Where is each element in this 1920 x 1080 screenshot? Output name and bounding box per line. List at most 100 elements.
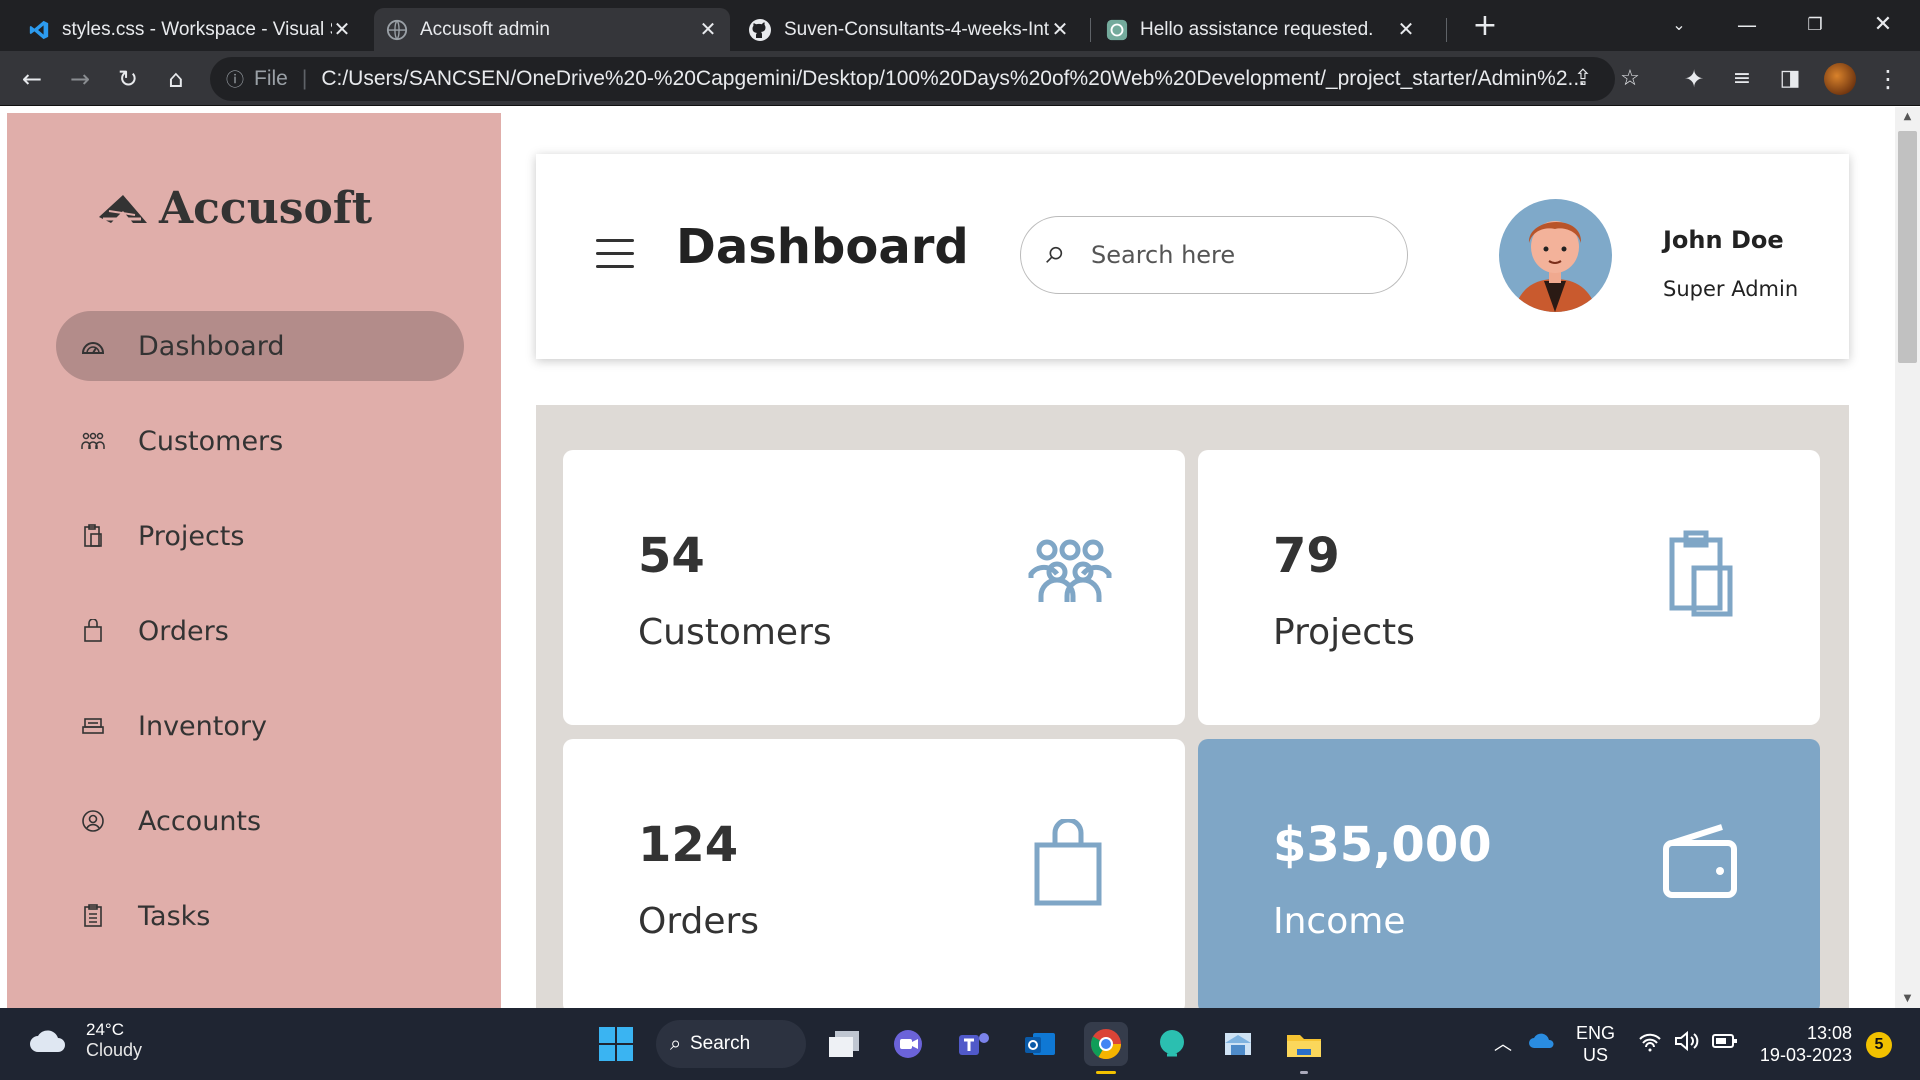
divider: | — [301, 67, 308, 90]
file-manager-icon[interactable] — [1216, 1022, 1260, 1066]
home-button[interactable]: ⌂ — [158, 61, 194, 97]
info-icon[interactable]: ⓘ — [226, 66, 244, 92]
tab-title: Accusoft admin — [420, 18, 550, 40]
clipboard-icon — [1669, 530, 1733, 617]
weather-widget[interactable]: 24°C Cloudy — [28, 1020, 142, 1061]
stat-label: Customers — [638, 612, 832, 653]
scroll-down-arrow[interactable]: ▼ — [1895, 993, 1920, 1004]
onedrive-cloud-icon[interactable] — [1528, 1032, 1556, 1055]
browser-toolbar: ← → ↻ ⌂ ⓘ File | C:/Users/SANCSEN/OneDri… — [0, 51, 1920, 106]
bag-icon — [78, 616, 108, 646]
address-bar[interactable]: ⓘ File | C:/Users/SANCSEN/OneDrive%20-%2… — [210, 57, 1640, 101]
user-avatar[interactable] — [1499, 199, 1612, 312]
active-app-indicator — [1096, 1071, 1116, 1074]
tab-separator — [1446, 18, 1447, 42]
chatgpt-icon — [1106, 19, 1128, 40]
tab-search-button[interactable]: ⌄ — [1654, 8, 1704, 42]
weather-temperature: 24°C — [86, 1020, 124, 1039]
sidebar-item-orders[interactable]: Orders — [56, 596, 464, 666]
scheme-label: File — [254, 67, 288, 90]
sidebar-item-customers[interactable]: Customers — [56, 406, 464, 476]
clipboard-icon — [78, 521, 108, 551]
sidebar-item-dashboard[interactable]: Dashboard — [56, 311, 464, 381]
volume-icon[interactable] — [1674, 1030, 1700, 1057]
teams-icon[interactable] — [952, 1022, 996, 1066]
dashboard-icon — [78, 331, 108, 361]
back-button[interactable]: ← — [14, 61, 50, 97]
page-title: Dashboard — [676, 219, 969, 275]
minimize-button[interactable]: — — [1722, 8, 1772, 42]
browser-tab-vscode[interactable]: styles.css - Workspace - Visual Studio C… — [16, 8, 364, 51]
extensions-puzzle-icon[interactable]: ✦ — [1676, 61, 1712, 97]
task-view-icon[interactable] — [822, 1022, 866, 1066]
search-icon: ⌕ — [670, 1032, 682, 1055]
tasks-icon — [78, 901, 108, 931]
stat-card-projects[interactable]: 79 Projects — [1198, 450, 1820, 725]
github-icon — [749, 18, 771, 41]
people-icon — [1028, 539, 1112, 602]
close-icon[interactable]: ✕ — [698, 17, 718, 42]
stat-label: Income — [1273, 901, 1406, 942]
open-app-indicator — [1300, 1071, 1308, 1074]
sidebar-item-label: Customers — [138, 425, 284, 457]
share-icon[interactable]: ⇪ — [1568, 63, 1598, 93]
scroll-up-arrow[interactable]: ▲ — [1895, 111, 1920, 122]
stat-card-orders[interactable]: 124 Orders — [563, 739, 1185, 1008]
cloud-icon — [30, 1029, 65, 1052]
sidebar-item-projects[interactable]: Projects — [56, 501, 464, 571]
globe-icon — [386, 19, 408, 40]
browser-tab-github[interactable]: Suven-Consultants-4-weeks-Internship ✕ — [736, 8, 1082, 51]
stat-label: Projects — [1273, 612, 1415, 653]
reading-list-icon[interactable]: ≡ — [1724, 61, 1760, 97]
close-icon[interactable]: ✕ — [1396, 17, 1416, 42]
chrome-icon[interactable] — [1084, 1022, 1128, 1074]
bookmark-star-icon[interactable]: ☆ — [1615, 63, 1645, 93]
inventory-icon — [78, 711, 108, 741]
sidebar-item-label: Tasks — [138, 900, 211, 932]
kebab-menu-icon[interactable]: ⋮ — [1870, 61, 1906, 97]
windows-start-icon[interactable] — [598, 1026, 634, 1062]
close-icon[interactable]: ✕ — [332, 17, 352, 42]
language-indicator[interactable]: ENG US — [1576, 1022, 1615, 1066]
edge-app-icon[interactable] — [1150, 1022, 1194, 1066]
clock[interactable]: 13:08 19-03-2023 — [1752, 1022, 1852, 1066]
tab-title: Hello assistance requested. — [1140, 18, 1374, 40]
outlook-icon[interactable] — [1018, 1022, 1062, 1066]
stat-card-income[interactable]: $35,000 Income — [1198, 739, 1820, 1008]
sidebar-item-accounts[interactable]: Accounts — [56, 786, 464, 856]
new-tab-button[interactable]: + — [1468, 10, 1502, 44]
sidebar-item-tasks[interactable]: Tasks — [56, 881, 464, 951]
restore-button[interactable]: ❐ — [1790, 8, 1840, 42]
account-circle-icon — [78, 806, 108, 836]
forward-button[interactable]: → — [62, 61, 98, 97]
browser-tab-accusoft[interactable]: Accusoft admin ✕ — [374, 8, 730, 51]
tray-overflow-chevron-icon[interactable]: ︿ — [1494, 1030, 1512, 1056]
clock-time: 13:08 — [1806, 1023, 1852, 1043]
close-icon[interactable]: ✕ — [1050, 17, 1070, 42]
profile-avatar[interactable] — [1824, 63, 1856, 95]
search-input[interactable] — [1091, 241, 1391, 269]
page-scrollbar[interactable]: ▲ ▼ — [1895, 107, 1920, 1008]
url-text[interactable]: C:/Users/SANCSEN/OneDrive%20-%20Capgemin… — [321, 67, 1591, 91]
scrollbar-thumb[interactable] — [1898, 131, 1917, 363]
reload-button[interactable]: ↻ — [110, 61, 146, 97]
taskbar-search-button[interactable]: ⌕ Search — [656, 1020, 806, 1068]
language-top: ENG — [1576, 1023, 1616, 1043]
hamburger-menu-button[interactable] — [596, 239, 634, 269]
battery-icon[interactable] — [1712, 1032, 1738, 1055]
wifi-icon[interactable] — [1638, 1032, 1662, 1057]
browser-tab-chat[interactable]: Hello assistance requested. ✕ — [1094, 8, 1428, 51]
sidebar-item-label: Orders — [138, 615, 229, 647]
brand[interactable]: Accusoft — [95, 183, 372, 234]
close-window-button[interactable]: ✕ — [1858, 8, 1908, 42]
bag-icon — [1034, 819, 1102, 906]
stat-card-customers[interactable]: 54 Customers — [563, 450, 1185, 725]
sidebar-item-inventory[interactable]: Inventory — [56, 691, 464, 761]
chat-app-icon[interactable] — [886, 1022, 930, 1066]
notification-badge[interactable]: 5 — [1866, 1032, 1892, 1058]
search-box[interactable] — [1020, 216, 1408, 294]
language-bottom: US — [1583, 1045, 1609, 1065]
search-icon — [1046, 246, 1063, 263]
folder-icon[interactable] — [1282, 1022, 1326, 1074]
side-panel-icon[interactable]: ◨ — [1772, 61, 1808, 97]
